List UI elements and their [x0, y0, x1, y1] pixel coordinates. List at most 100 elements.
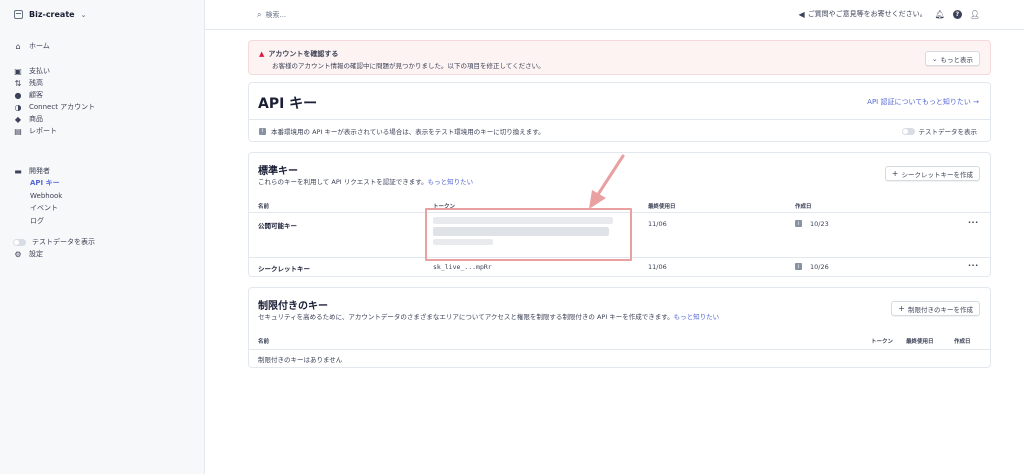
column-header-name: 名前 [258, 204, 270, 210]
alert-title: アカウントを確認する [268, 50, 339, 58]
account-name: Biz-create [29, 10, 75, 19]
products-icon: ◆ [14, 114, 22, 124]
sidebar-item-label: 顧客 [29, 91, 43, 99]
payments-icon: ▣ [14, 66, 22, 76]
key-name: シークレットキー [258, 265, 310, 273]
key-name: 公開可能キー [258, 222, 297, 230]
account-icon [14, 10, 23, 19]
sidebar-subitem-webhook[interactable]: Webhook [13, 190, 62, 203]
feedback-text: ご質問やご意見等をお寄せください。 [807, 10, 927, 18]
created-date: 10/23 [810, 220, 829, 228]
sidebar-item-home[interactable]: ⌂ ホーム [13, 40, 50, 52]
create-secret-key-button[interactable]: + シークレットキーを作成 [884, 166, 980, 181]
section-title: 制限付きのキー [258, 301, 328, 312]
sidebar-item-customers[interactable]: ● 顧客 [13, 89, 95, 101]
page-title: API キー [258, 96, 318, 112]
warning-icon: ▲ [259, 50, 265, 58]
empty-state-text: 制限付きのキーはありません [258, 356, 343, 364]
sidebar-item-label: レポート [29, 127, 57, 135]
section-description: セキュリティを高めるために、アカウントデータのさまざまなエリアについてアクセスと… [258, 311, 719, 321]
sidebar-item-balance[interactable]: ⇅ 残高 [13, 77, 95, 89]
show-more-button[interactable]: ⌄ もっと表示 [925, 51, 980, 66]
sidebar-subitem-events[interactable]: イベント [13, 202, 62, 215]
sidebar-item-products[interactable]: ◆ 商品 [13, 113, 95, 125]
verify-account-alert: ▲ アカウントを確認する お客様のアカウント情報の確認中に問題が見つかりました。… [248, 40, 991, 75]
annotation-arrow-icon [589, 154, 625, 209]
sidebar: Biz-create ⌄ ⌂ ホーム ▣ 支払い ⇅ 残高 ● 顧客 ◑ Con… [0, 0, 205, 474]
sidebar-item-label: 設定 [29, 250, 43, 258]
sidebar-item-label: 残高 [29, 79, 43, 87]
megaphone-icon: ◀ [798, 9, 805, 19]
help-icon[interactable]: ? [952, 9, 962, 19]
nav-bottom: テストデータを表示 ⚙ 設定 [13, 236, 95, 260]
reports-icon: ▤ [14, 126, 22, 136]
search-icon: ⌕ [257, 10, 262, 19]
sidebar-item-label: 開発者 [29, 167, 50, 175]
toggle-label: テストデータを表示 [918, 128, 978, 136]
live-key-note: i 本番環境用の API キーが表示されている場合は、表示をテスト環境用のキーに… [259, 126, 545, 136]
sidebar-item-label: 商品 [29, 115, 43, 123]
chevron-down-icon: ⌄ [80, 10, 87, 19]
column-header-created: 作成日 [795, 204, 812, 210]
test-data-toggle[interactable]: テストデータを表示 [901, 126, 978, 136]
sidebar-item-label: Connect アカウント [29, 103, 96, 111]
alert-text: お客様のアカウント情報の確認中に問題が見つかりました。以下の項目を修正してくださ… [272, 62, 545, 70]
learn-more-link[interactable]: もっと知りたい [428, 178, 474, 186]
last-used-date: 11/06 [648, 220, 667, 228]
description-text: これらのキーを利用して API リクエストを認証できます。 [258, 178, 428, 186]
toggle-switch[interactable] [901, 127, 915, 135]
divider [249, 119, 990, 120]
column-header-last-used: 最終使用日 [648, 204, 676, 210]
plus-icon: + [891, 169, 899, 178]
restricted-keys-card: 制限付きのキー セキュリティを高めるために、アカウントデータのさまざまなエリアに… [248, 287, 991, 368]
sidebar-subitem-api-keys[interactable]: API キー [13, 177, 62, 190]
column-header-token: トークン [871, 339, 894, 345]
sidebar-item-connect[interactable]: ◑ Connect アカウント [13, 101, 96, 113]
column-header-last-used: 最終使用日 [906, 339, 934, 345]
info-icon[interactable]: i [795, 263, 802, 270]
sidebar-item-label: テストデータを表示 [32, 238, 95, 246]
button-label: 制限付きのキーを作成 [908, 305, 973, 314]
sidebar-item-label: 支払い [29, 67, 50, 75]
sidebar-item-developers[interactable]: ▬ 開発者 [13, 165, 62, 177]
info-icon[interactable]: i [795, 220, 802, 227]
section-description: これらのキーを利用して API リクエストを認証できます。もっと知りたい [258, 176, 473, 186]
more-actions-icon[interactable]: ··· [968, 261, 979, 270]
learn-more-link[interactable]: もっと知りたい [674, 313, 720, 321]
sidebar-test-data-toggle[interactable]: テストデータを表示 [13, 236, 95, 248]
toggle-switch[interactable] [13, 238, 26, 246]
account-switcher[interactable]: Biz-create ⌄ [14, 10, 86, 19]
description-text: セキュリティを高めるために、アカウントデータのさまざまなエリアについてアクセスと… [258, 313, 674, 321]
plus-icon: + [898, 304, 905, 313]
last-used-date: 11/06 [648, 263, 667, 271]
gear-icon: ⚙ [14, 249, 22, 259]
search-placeholder: 検索... [265, 11, 287, 19]
sidebar-item-label: ホーム [29, 42, 50, 50]
topbar-actions: ◀ ご質問やご意見等をお寄せください。 🔔︎ ? 👤︎ [799, 9, 980, 19]
chevron-down-icon: ⌄ [932, 54, 938, 63]
sidebar-item-reports[interactable]: ▤ レポート [13, 125, 95, 137]
column-header-created: 作成日 [954, 339, 971, 345]
connect-icon: ◑ [14, 102, 22, 112]
button-label: もっと表示 [940, 55, 974, 64]
note-text: 本番環境用の API キーが表示されている場合は、表示をテスト環境用のキーに切り… [271, 128, 545, 136]
key-token[interactable]: sk_live_...mpRr [433, 263, 492, 271]
sidebar-subitem-logs[interactable]: ログ [13, 215, 62, 228]
customers-icon: ● [14, 90, 22, 100]
sidebar-item-settings[interactable]: ⚙ 設定 [13, 248, 95, 260]
column-header-name: 名前 [258, 339, 270, 345]
bell-icon[interactable]: 🔔︎ [935, 10, 945, 19]
sidebar-item-payments[interactable]: ▣ 支払い [13, 65, 95, 77]
topbar: ⌕ 検索... ◀ ご質問やご意見等をお寄せください。 🔔︎ ? 👤︎ [205, 0, 1024, 30]
feedback-link[interactable]: ◀ ご質問やご意見等をお寄せください。 [799, 9, 927, 19]
home-icon: ⌂ [15, 41, 21, 51]
nav-secondary: ▣ 支払い ⇅ 残高 ● 顧客 ◑ Connect アカウント ◆ 商品 ▤ レ… [13, 65, 95, 137]
divider [249, 349, 990, 350]
create-restricted-key-button[interactable]: + 制限付きのキーを作成 [891, 301, 980, 316]
developers-icon: ▬ [14, 166, 22, 176]
user-icon[interactable]: 👤︎ [970, 10, 980, 19]
search-input[interactable]: ⌕ 検索... [257, 10, 286, 20]
api-auth-link[interactable]: API 認証についてもっと知りたい → [867, 97, 979, 107]
more-actions-icon[interactable]: ··· [968, 218, 979, 227]
api-keys-header-card: API キー API 認証についてもっと知りたい → i 本番環境用の API … [248, 82, 991, 142]
